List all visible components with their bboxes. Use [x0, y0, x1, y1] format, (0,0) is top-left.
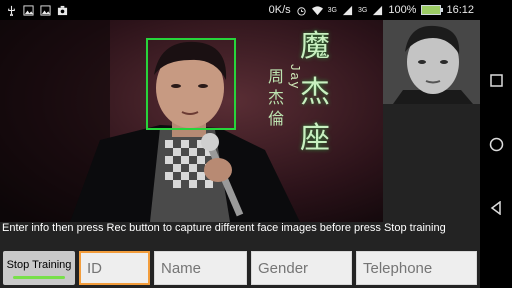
name-char: 杰 — [268, 88, 285, 107]
name-field[interactable] — [154, 251, 247, 285]
title-char: 魔 — [300, 29, 330, 64]
clock: 16:12 — [446, 4, 474, 16]
recents-button[interactable] — [488, 72, 504, 88]
title-char: 杰 — [300, 75, 330, 110]
alarm-icon — [297, 6, 306, 16]
title-char: 座 — [300, 121, 330, 156]
network-type-2: 3G — [357, 6, 368, 14]
image-icon — [23, 4, 34, 16]
battery-percent: 100% — [388, 4, 417, 16]
artist-name-vertical: 周 杰 倫 — [268, 66, 284, 129]
name-char: 倫 — [268, 109, 285, 128]
battery-icon — [421, 5, 444, 15]
stop-training-button[interactable]: Stop Training — [3, 251, 75, 285]
face-thumbnail-image — [383, 20, 480, 104]
training-controls: Stop Training — [0, 248, 480, 288]
app-screen: 魔 杰 座 周 杰 倫 Jay Enter info then press Re… — [0, 20, 480, 288]
camera-preview: 魔 杰 座 周 杰 倫 Jay — [0, 20, 383, 222]
face-detection-box — [146, 38, 236, 130]
artist-latin-name: Jay — [288, 64, 303, 91]
signal-icon — [342, 5, 353, 15]
album-title-vertical: 魔 杰 座 — [300, 24, 330, 162]
home-button[interactable] — [488, 136, 504, 152]
wifi-icon — [311, 5, 323, 15]
signal-icon — [373, 5, 383, 15]
triangle-back-icon — [490, 201, 501, 215]
network-type: 3G — [327, 6, 337, 14]
name-char: 周 — [268, 67, 285, 86]
instructions-text: Enter info then press Rec button to capt… — [2, 222, 446, 234]
notification-icons — [0, 4, 68, 16]
captured-face-thumbnail — [383, 20, 480, 104]
camera-icon — [57, 5, 68, 15]
training-indicator — [13, 276, 65, 279]
back-button[interactable] — [488, 200, 504, 216]
image-icon — [40, 4, 51, 16]
circle-icon — [489, 137, 503, 151]
gender-field[interactable] — [251, 251, 352, 285]
usb-icon — [8, 5, 15, 16]
navigation-bar — [480, 0, 512, 288]
network-speed: 0K/s — [268, 4, 291, 16]
id-field[interactable] — [79, 251, 150, 285]
status-bar: 0K/s 3G 3G 100% 16:12 — [0, 0, 480, 20]
system-status: 0K/s 3G 3G 100% 16:12 — [269, 0, 474, 20]
square-icon — [489, 73, 503, 87]
telephone-field[interactable] — [356, 251, 477, 285]
stop-training-label: Stop Training — [6, 259, 72, 271]
